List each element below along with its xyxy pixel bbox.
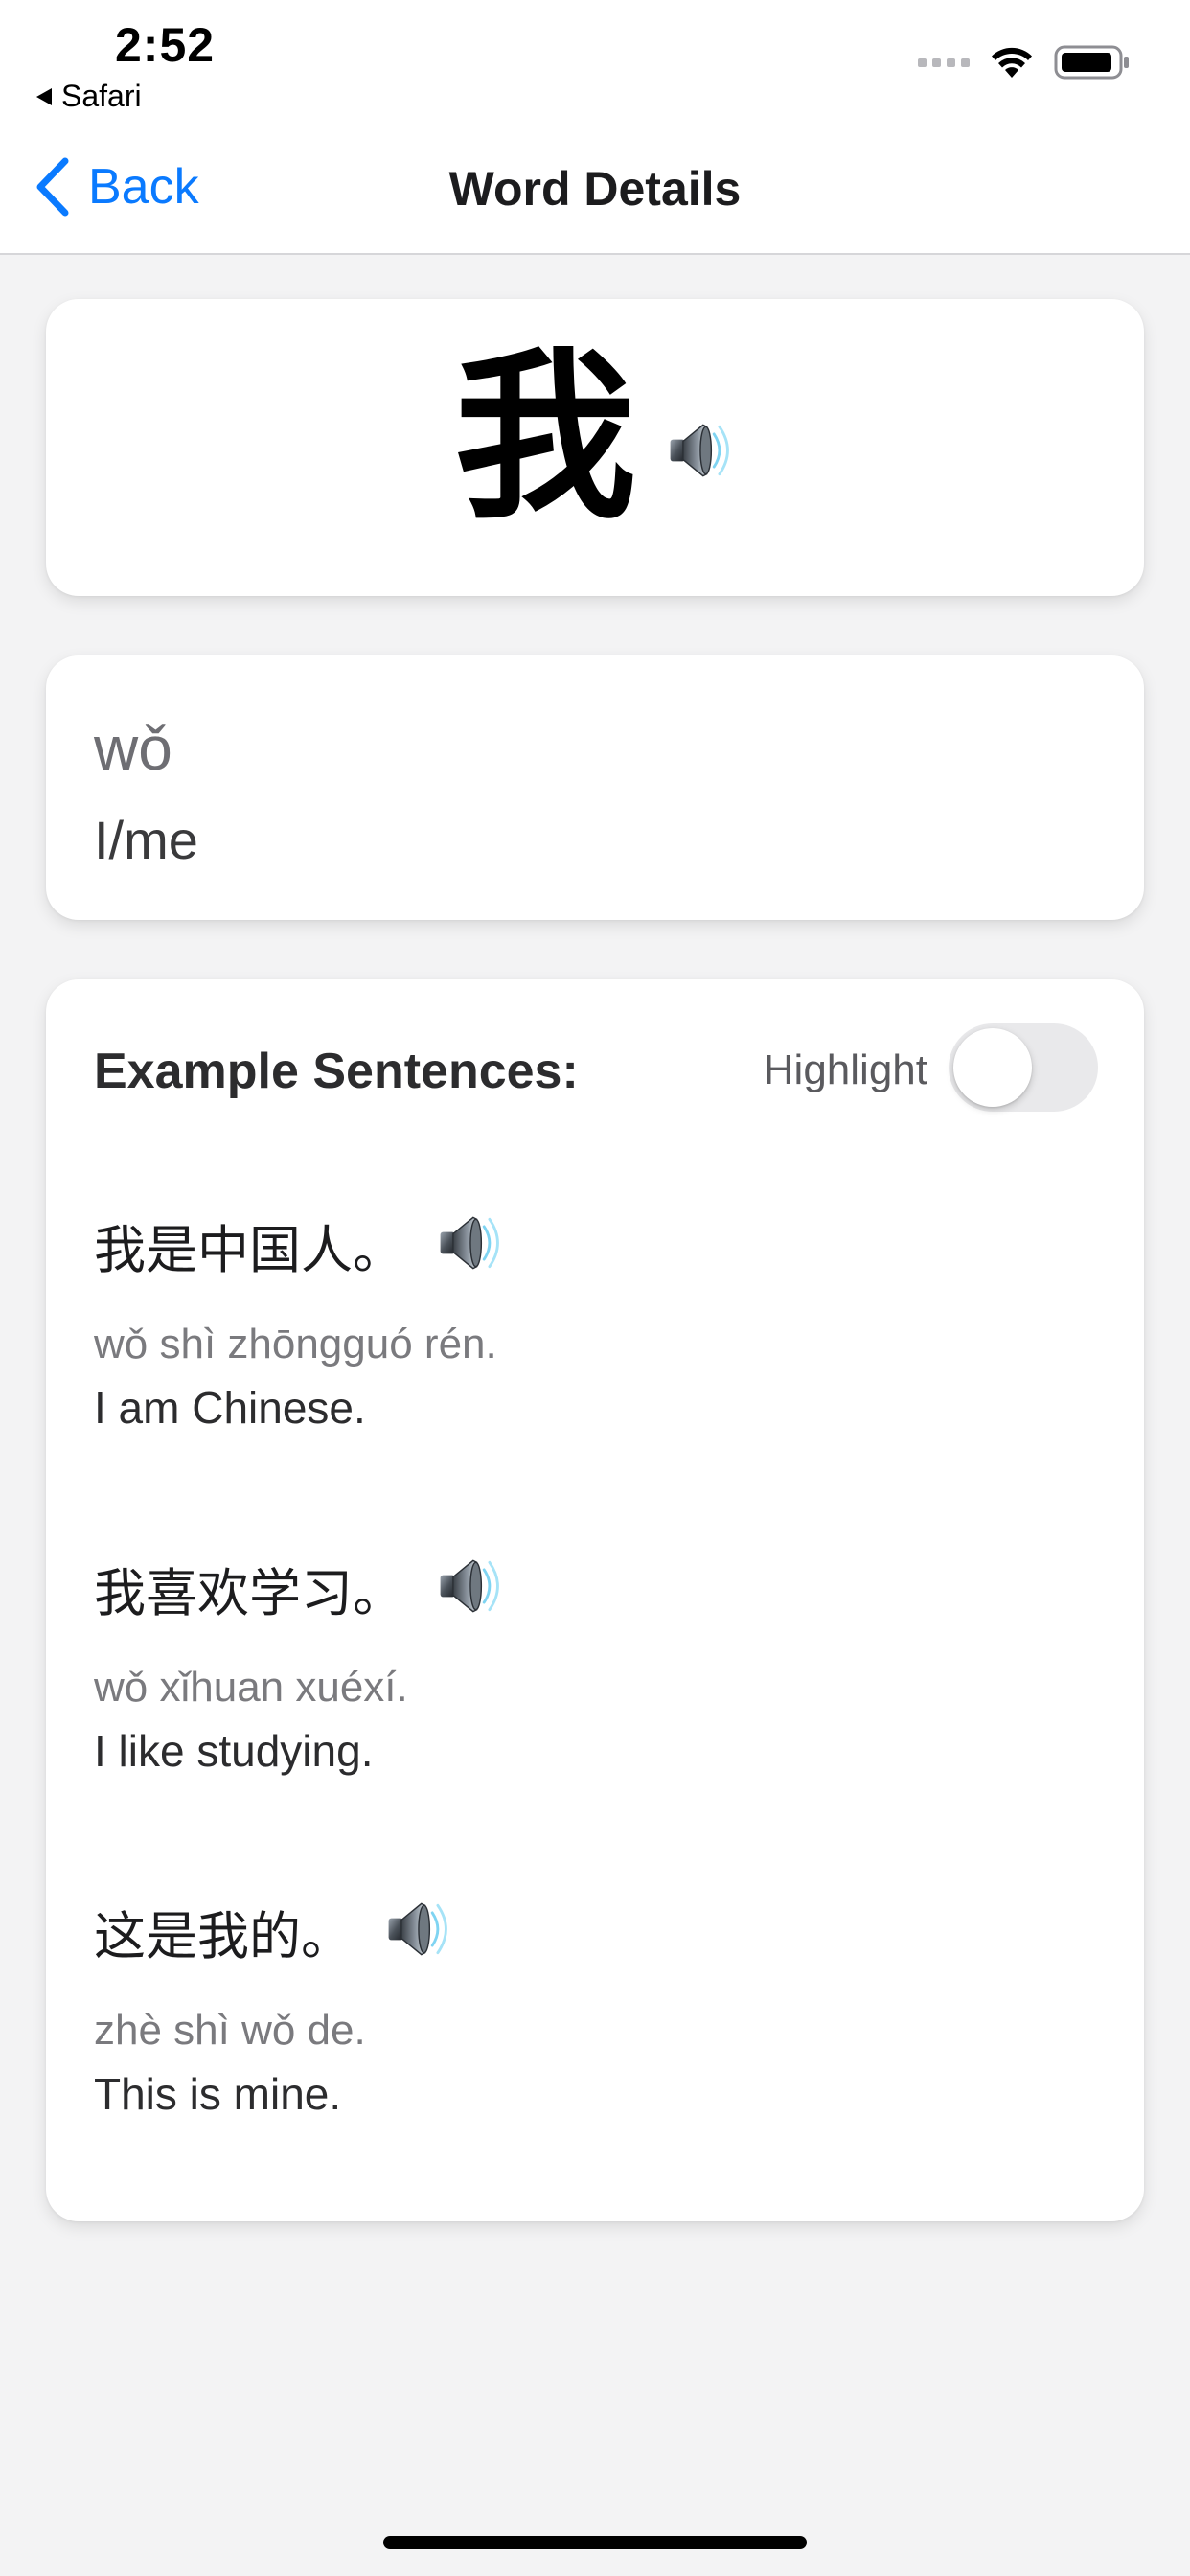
home-indicator[interactable] bbox=[383, 2536, 807, 2549]
example-sentence: 这是我的。 zhè shì wǒ de. This is mine. bbox=[94, 1888, 1096, 2120]
wifi-icon bbox=[992, 47, 1032, 78]
sentence-hanzi: 这是我的。 bbox=[94, 1905, 353, 1966]
sentence-pinyin: zhè shì wǒ de. bbox=[94, 2007, 366, 2054]
speaker-icon bbox=[433, 1550, 506, 1622]
navigation-bar: Back Word Details bbox=[0, 125, 1190, 255]
return-to-safari[interactable]: Safari bbox=[36, 79, 142, 114]
sentence-hanzi: 我是中国人。 bbox=[94, 1219, 404, 1280]
speaker-icon bbox=[381, 1893, 454, 1966]
sentence-hanzi: 我喜欢学习。 bbox=[94, 1562, 404, 1623]
example-sentence: 我喜欢学习。 wǒ xǐhuan xuéxí. I like studying. bbox=[94, 1545, 1096, 1777]
word-card: 我 bbox=[46, 299, 1144, 596]
sentence-translation: I like studying. bbox=[94, 1726, 374, 1776]
status-time: 2:52 bbox=[115, 18, 216, 72]
page-title: Word Details bbox=[448, 162, 742, 216]
toggle-knob bbox=[953, 1028, 1032, 1107]
word-pinyin: wǒ bbox=[94, 714, 172, 783]
sentence-translation: This is mine. bbox=[94, 2069, 342, 2119]
sentence-pinyin: wǒ shì zhōngguó rén. bbox=[94, 1321, 497, 1368]
sentence-speaker-button[interactable] bbox=[433, 1550, 506, 1627]
return-app-label: Safari bbox=[61, 79, 142, 113]
highlight-toggle[interactable] bbox=[949, 1024, 1098, 1112]
word-row: 我 bbox=[46, 347, 1144, 529]
examples-heading: Example Sentences: bbox=[94, 1044, 579, 1099]
sentence-speaker-button[interactable] bbox=[433, 1207, 506, 1284]
sentence-translation: I am Chinese. bbox=[94, 1383, 366, 1433]
word-speaker-button[interactable] bbox=[663, 414, 736, 492]
sentence-speaker-button[interactable] bbox=[381, 1893, 454, 1970]
battery-icon bbox=[1054, 45, 1129, 80]
status-bar: 2:52 Safari bbox=[0, 0, 1190, 125]
return-arrow-icon bbox=[36, 87, 52, 105]
example-sentence: 我是中国人。 wǒ shì zhōngguó rén. I am Chinese… bbox=[94, 1202, 1096, 1434]
status-indicators bbox=[918, 44, 1131, 80]
word-meaning: I/me bbox=[94, 810, 198, 870]
sentence-pinyin: wǒ xǐhuan xuéxí. bbox=[94, 1664, 408, 1711]
examples-card: Example Sentences: Highlight 我是中国人。 wǒ s… bbox=[46, 979, 1144, 2221]
speaker-icon bbox=[663, 414, 736, 487]
word-character: 我 bbox=[453, 332, 636, 543]
definition-card: wǒ I/me bbox=[46, 656, 1144, 920]
highlight-label: Highlight bbox=[763, 1046, 927, 1093]
speaker-icon bbox=[433, 1207, 506, 1279]
cellular-signal-icon bbox=[918, 58, 970, 67]
